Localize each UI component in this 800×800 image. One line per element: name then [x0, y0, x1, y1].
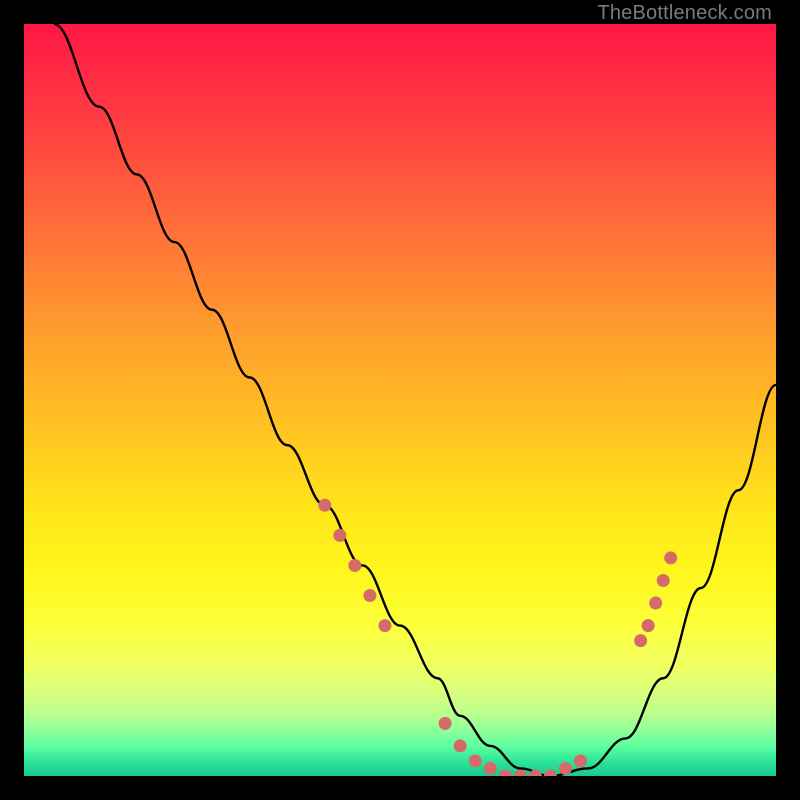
- curve-markers: [318, 499, 677, 776]
- curve-marker: [499, 770, 512, 777]
- curve-marker: [544, 770, 557, 777]
- chart-frame: TheBottleneck.com: [0, 0, 800, 800]
- curve-marker: [642, 619, 655, 632]
- bottleneck-curve: [54, 24, 776, 776]
- watermark-text: TheBottleneck.com: [597, 2, 772, 25]
- curve-marker: [378, 619, 391, 632]
- curve-marker: [363, 589, 376, 602]
- curve-marker: [333, 529, 346, 542]
- curve-marker: [559, 762, 572, 775]
- curve-marker: [318, 499, 331, 512]
- curve-marker: [454, 739, 467, 752]
- curve-marker: [657, 574, 670, 587]
- curve-marker: [439, 717, 452, 730]
- curve-marker: [634, 634, 647, 647]
- curve-marker: [348, 559, 361, 572]
- curve-marker: [484, 762, 497, 775]
- plot-area: [24, 24, 776, 776]
- curve-marker: [469, 754, 482, 767]
- curve-svg: [24, 24, 776, 776]
- curve-marker: [514, 770, 527, 777]
- curve-marker: [649, 597, 662, 610]
- curve-marker: [574, 754, 587, 767]
- curve-marker: [664, 551, 677, 564]
